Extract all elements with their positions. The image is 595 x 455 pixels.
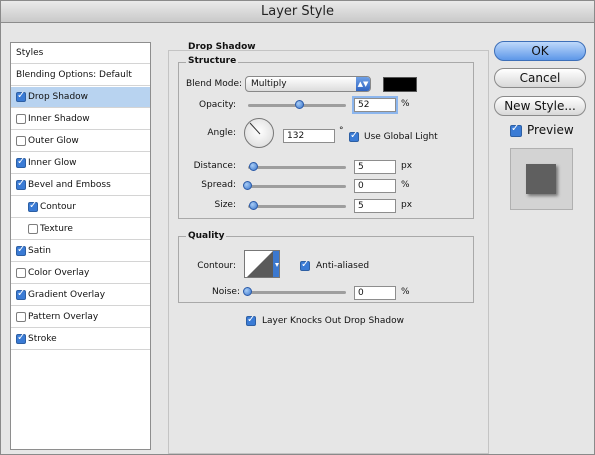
noise-unit: %	[401, 287, 410, 297]
angle-dial-needle-icon	[249, 122, 261, 135]
layer-knocks-out-label: Layer Knocks Out Drop Shadow	[262, 316, 404, 326]
styles-header-label: Styles	[16, 48, 44, 58]
sidebar-item-checkbox[interactable]	[16, 312, 26, 322]
sidebar-item-checkbox[interactable]	[16, 332, 26, 344]
blend-mode-select[interactable]: Multiply ▲▼	[245, 76, 371, 92]
sidebar-item-label: Outer Glow	[28, 136, 79, 146]
sidebar-item-inner-glow[interactable]: Inner Glow	[11, 153, 150, 174]
preview-checkbox[interactable]	[510, 123, 522, 137]
noise-label: Noise:	[212, 287, 240, 297]
angle-dial[interactable]	[244, 118, 274, 148]
sidebar-item-checkbox[interactable]	[16, 268, 26, 278]
sidebar-item-checkbox[interactable]	[28, 224, 38, 234]
blending-options-item[interactable]: Blending Options: Default	[11, 65, 150, 86]
spread-label: Spread:	[201, 180, 236, 190]
preview-swatch	[526, 164, 556, 194]
ok-button[interactable]: OK	[494, 41, 586, 61]
noise-input[interactable]: 0	[354, 286, 396, 300]
sidebar-item-label: Drop Shadow	[28, 92, 89, 102]
size-slider[interactable]	[248, 201, 346, 210]
sidebar-item-checkbox[interactable]	[16, 114, 26, 124]
opacity-slider-knob[interactable]	[294, 100, 304, 109]
sidebar-item-contour[interactable]: Contour	[11, 197, 150, 218]
size-unit: px	[401, 200, 413, 210]
sidebar-item-checkbox[interactable]	[16, 178, 26, 190]
blending-options-label: Blending Options: Default	[16, 70, 132, 80]
spread-unit: %	[401, 180, 410, 190]
spread-input[interactable]: 0	[354, 179, 396, 193]
styles-header[interactable]: Styles	[11, 43, 150, 64]
opacity-label: Opacity:	[199, 100, 236, 110]
layer-knocks-out-checkbox[interactable]	[246, 314, 256, 326]
spread-slider-knob[interactable]	[243, 181, 252, 190]
distance-label: Distance:	[193, 161, 236, 171]
sidebar-item-label: Bevel and Emboss	[28, 180, 111, 190]
contour-picker[interactable]	[244, 250, 280, 278]
spread-slider[interactable]	[243, 181, 346, 190]
distance-input[interactable]: 5	[354, 160, 396, 174]
sidebar-item-label: Pattern Overlay	[28, 312, 99, 322]
sidebar-item-checkbox[interactable]	[16, 288, 26, 300]
sidebar-item-label: Satin	[28, 246, 51, 256]
shadow-color-swatch[interactable]	[383, 77, 417, 92]
sidebar-item-label: Texture	[40, 224, 73, 234]
sidebar-item-label: Stroke	[28, 334, 57, 344]
size-label: Size:	[214, 200, 236, 210]
sidebar-item-checkbox[interactable]	[16, 90, 26, 102]
sidebar-item-inner-shadow[interactable]: Inner Shadow	[11, 109, 150, 130]
distance-slider[interactable]	[248, 162, 346, 171]
sidebar-item-checkbox[interactable]	[16, 156, 26, 168]
sidebar-item-texture[interactable]: Texture	[11, 219, 150, 240]
angle-unit: °	[339, 126, 344, 136]
distance-slider-knob[interactable]	[249, 162, 258, 171]
preview-label: Preview	[527, 123, 574, 137]
opacity-unit: %	[401, 99, 410, 109]
sidebar-item-gradient-overlay[interactable]: Gradient Overlay	[11, 285, 150, 306]
size-input[interactable]: 5	[354, 199, 396, 213]
sidebar-item-label: Inner Glow	[28, 158, 77, 168]
angle-label: Angle:	[207, 128, 236, 138]
contour-label: Contour:	[197, 261, 236, 271]
use-global-light-label: Use Global Light	[364, 132, 438, 142]
sidebar-item-label: Contour	[40, 202, 76, 212]
sidebar-item-checkbox[interactable]	[16, 244, 26, 256]
use-global-light-checkbox[interactable]	[349, 130, 359, 142]
sidebar-item-drop-shadow[interactable]: Drop Shadow	[11, 87, 150, 108]
opacity-input[interactable]: 52	[354, 98, 396, 112]
sidebar-item-bevel-and-emboss[interactable]: Bevel and Emboss	[11, 175, 150, 196]
sidebar-item-label: Gradient Overlay	[28, 290, 106, 300]
sidebar-item-label: Inner Shadow	[28, 114, 90, 124]
preview-thumbnail	[510, 148, 573, 210]
quality-title: Quality	[186, 231, 227, 241]
window-title: Layer Style	[1, 1, 594, 23]
anti-aliased-checkbox[interactable]	[300, 259, 310, 271]
noise-slider-knob[interactable]	[243, 287, 252, 296]
size-slider-knob[interactable]	[249, 201, 258, 210]
select-arrows-icon: ▲▼	[356, 77, 370, 91]
sidebar-item-pattern-overlay[interactable]: Pattern Overlay	[11, 307, 150, 328]
new-style-button[interactable]: New Style...	[494, 96, 586, 116]
blend-mode-label: Blend Mode:	[186, 79, 243, 89]
structure-title: Structure	[186, 56, 239, 66]
sidebar-item-label: Color Overlay	[28, 268, 90, 278]
anti-aliased-label: Anti-aliased	[316, 261, 370, 271]
cancel-button[interactable]: Cancel	[494, 68, 586, 88]
sidebar-item-checkbox[interactable]	[28, 200, 38, 212]
sidebar-item-color-overlay[interactable]: Color Overlay	[11, 263, 150, 284]
sidebar-item-outer-glow[interactable]: Outer Glow	[11, 131, 150, 152]
contour-curve-icon	[247, 251, 279, 277]
angle-input[interactable]: 132	[283, 129, 335, 143]
styles-list: Styles Blending Options: Default Drop Sh…	[10, 42, 151, 450]
sidebar-item-stroke[interactable]: Stroke	[11, 329, 150, 350]
distance-unit: px	[401, 161, 413, 171]
sidebar-item-satin[interactable]: Satin	[11, 241, 150, 262]
noise-slider[interactable]	[243, 287, 346, 296]
opacity-slider[interactable]	[248, 100, 346, 109]
blend-mode-value: Multiply	[251, 79, 287, 89]
sidebar-item-checkbox[interactable]	[16, 136, 26, 146]
